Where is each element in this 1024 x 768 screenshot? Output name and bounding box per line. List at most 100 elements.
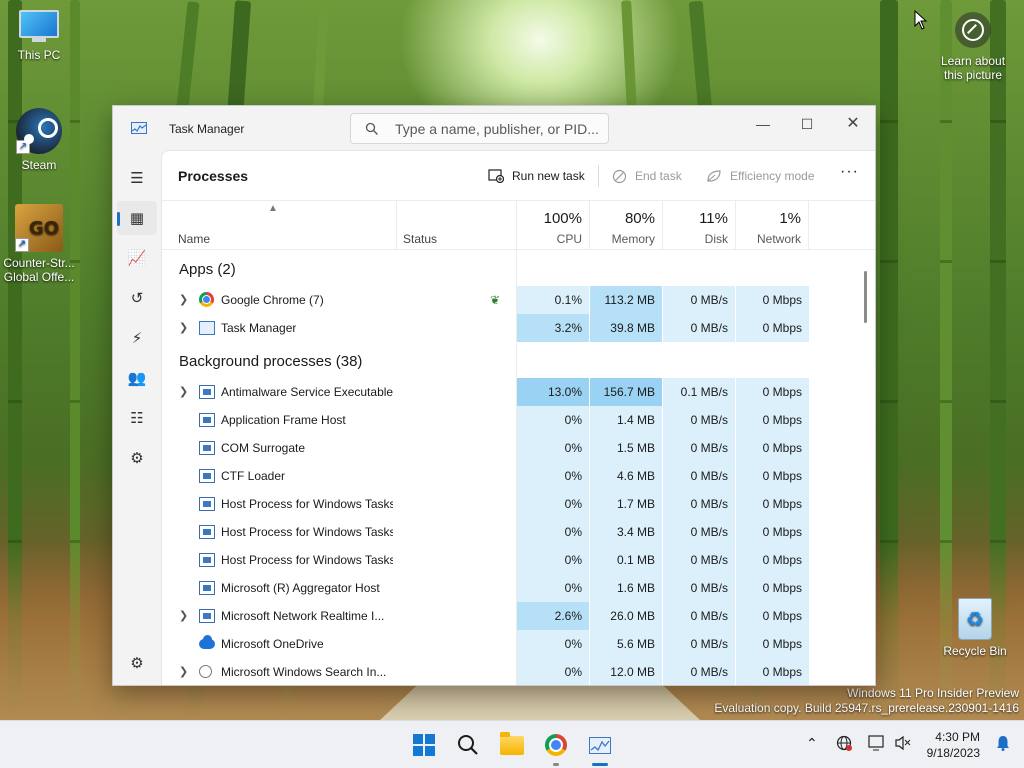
process-row[interactable]: Microsoft OneDrive 0% 5.6 MB 0 MB/s 0 Mbps (162, 630, 875, 658)
desktop-icon-recycle-bin[interactable]: ♻ Recycle Bin (937, 598, 1013, 658)
close-button[interactable]: ✕ (841, 112, 865, 136)
nav-users[interactable]: 👥 (117, 361, 157, 395)
cpu-cell: 0% (517, 434, 590, 462)
run-task-icon (488, 169, 504, 183)
column-label: CPU (556, 232, 582, 246)
column-label: Network (756, 232, 801, 246)
process-row[interactable]: Application Frame Host 0% 1.4 MB 0 MB/s 0 Mb… (162, 406, 875, 434)
volume-muted-icon[interactable] (894, 735, 912, 754)
group-header[interactable]: Background processes (38) (162, 342, 875, 378)
memory-cell: 113.2 MB (590, 286, 663, 314)
process-row[interactable]: CTF Loader 0% 4.6 MB 0 MB/s 0 Mbps (162, 462, 875, 490)
counter-strike-icon: GO ↗ (15, 204, 63, 252)
column-header-disk[interactable]: 11% Disk (663, 201, 736, 250)
task-manager-app-icon (131, 122, 147, 134)
search-box[interactable] (350, 113, 609, 144)
run-new-task-button[interactable]: Run new task (488, 166, 585, 186)
chrome-button[interactable] (540, 729, 572, 766)
task-manager-button[interactable] (584, 729, 616, 766)
process-row[interactable]: ❯ Antimalware Service Executable 13.0% 156.… (162, 378, 875, 406)
nav-performance[interactable]: 📈 (117, 241, 157, 275)
menu-button[interactable]: ☰ (117, 161, 157, 195)
cpu-cell: 0% (517, 574, 590, 602)
column-header-memory[interactable]: 80% Memory (590, 201, 663, 250)
process-row[interactable]: COM Surrogate 0% 1.5 MB 0 MB/s 0 Mbps (162, 434, 875, 462)
camera-icon (955, 12, 991, 48)
status-cell: ❦ (397, 286, 517, 314)
minimize-button[interactable]: — (751, 112, 775, 136)
memory-cell: 5.6 MB (590, 630, 663, 658)
expand-chevron-icon[interactable]: ❯ (179, 378, 188, 406)
maximize-button[interactable]: ☐ (795, 112, 819, 136)
desktop-icon-steam[interactable]: ↗ Steam (1, 108, 77, 172)
search-button[interactable] (452, 729, 484, 761)
nav-settings[interactable]: ⚙ (117, 646, 157, 680)
disk-cell: 0 MB/s (663, 406, 736, 434)
network-status-icon[interactable] (836, 735, 852, 754)
status-cell (397, 406, 517, 434)
processes-icon: ▦ (129, 210, 145, 227)
process-icon (199, 497, 215, 511)
process-row[interactable]: ❯ Task Manager 3.2% 39.8 MB 0 MB/s 0 Mbps (162, 314, 875, 342)
expand-chevron-icon[interactable]: ❯ (179, 314, 188, 342)
disk-cell: 0.1 MB/s (663, 378, 736, 406)
startup-apps-icon: ⚡ (131, 330, 143, 347)
file-explorer-button[interactable] (496, 729, 528, 761)
search-input[interactable] (395, 120, 600, 138)
status-cell (397, 630, 517, 658)
nav-processes[interactable]: ▦ (117, 201, 157, 235)
learn-about-picture[interactable]: Learn about this picture (936, 12, 1010, 82)
nav-details[interactable]: ☷ (117, 401, 157, 435)
notification-bell-icon[interactable] (996, 735, 1010, 755)
process-row[interactable]: ❯ Microsoft Windows Search In... 0% 12.0 MB… (162, 658, 875, 685)
efficiency-mode-button[interactable]: Efficiency mode (706, 166, 815, 186)
process-row[interactable]: Host Process for Windows Tasks 0% 0.1 MB 0 … (162, 546, 875, 574)
column-header-name[interactable]: ▲ Name (162, 201, 397, 250)
disk-cell: 0 MB/s (663, 462, 736, 490)
process-row[interactable]: Host Process for Windows Tasks 0% 3.4 MB 0 … (162, 518, 875, 546)
nav-startup-apps[interactable]: ⚡ (117, 321, 157, 355)
process-row[interactable]: Microsoft (R) Aggregator Host 0% 1.6 MB 0 M… (162, 574, 875, 602)
steam-icon: ↗ (16, 108, 62, 154)
cpu-cell: 0% (517, 462, 590, 490)
monitor-icon (19, 10, 59, 44)
cpu-cell: 0% (517, 546, 590, 574)
process-name: Host Process for Windows Tasks (221, 553, 393, 567)
task-manager-icon (589, 736, 611, 754)
system-clock[interactable]: 4:30 PM 9/18/2023 (927, 729, 980, 761)
column-header-network[interactable]: 1% Network (736, 201, 809, 250)
shortcut-arrow-icon: ↗ (15, 238, 29, 252)
run-new-task-label: Run new task (512, 169, 585, 183)
column-header-cpu[interactable]: 100% CPU (517, 201, 590, 250)
title-bar[interactable]: Task Manager — ☐ ✕ (113, 106, 875, 150)
start-button[interactable] (408, 729, 440, 761)
desktop-icon-label: Recycle Bin (943, 644, 1007, 658)
expand-chevron-icon[interactable]: ❯ (179, 602, 188, 630)
process-row[interactable]: Host Process for Windows Tasks 0% 1.7 MB 0 … (162, 490, 875, 518)
desktop-icon-counter-strike[interactable]: GO ↗ Counter-Str... Global Offe... (1, 204, 77, 284)
cpu-cell: 0% (517, 630, 590, 658)
vertical-scrollbar[interactable] (864, 271, 867, 323)
display-icon[interactable] (868, 735, 886, 754)
column-header-status[interactable]: Status (397, 201, 517, 250)
process-row[interactable]: ❯ Microsoft Network Realtime I... 2.6% 26.0… (162, 602, 875, 630)
running-indicator (553, 763, 559, 766)
nav-app-history[interactable]: ↺ (117, 281, 157, 315)
desktop-icon-label: Steam (21, 158, 57, 172)
expand-chevron-icon[interactable]: ❯ (179, 658, 188, 685)
efficiency-mode-label: Efficiency mode (730, 169, 815, 183)
process-row[interactable]: ❯ Google Chrome (7) ❦ 0.1% 113.2 MB 0 MB/s 0 M… (162, 286, 875, 314)
group-header[interactable]: Apps (2) (162, 250, 875, 286)
expand-chevron-icon[interactable]: ❯ (179, 286, 188, 314)
chevron-up-icon[interactable]: ⌃ (806, 735, 818, 752)
memory-cell: 1.6 MB (590, 574, 663, 602)
end-task-button[interactable]: End task (612, 166, 682, 186)
status-cell (397, 546, 517, 574)
network-cell: 0 Mbps (736, 658, 809, 685)
cpu-cell: 0% (517, 406, 590, 434)
group-label: Background processes (38) (179, 353, 363, 370)
more-options-button[interactable]: ··· (840, 163, 859, 181)
memory-cell (590, 342, 663, 378)
nav-services[interactable]: ⚙ (117, 441, 157, 475)
desktop-icon-this-pc[interactable]: This PC (1, 10, 77, 62)
